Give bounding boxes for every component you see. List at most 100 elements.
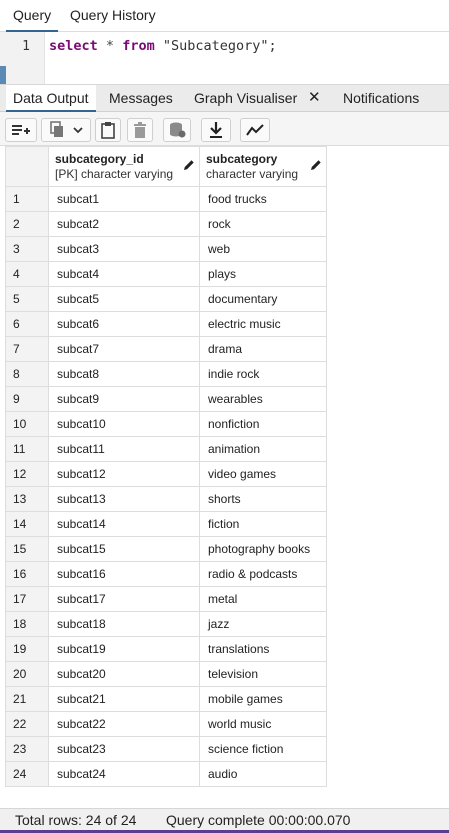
cell-subcategory[interactable]: rock bbox=[199, 211, 327, 237]
tab-messages[interactable]: Messages bbox=[109, 85, 173, 112]
cell-subcategory-id[interactable]: subcat7 bbox=[48, 336, 200, 362]
table-row[interactable]: 5 subcat5 documentary bbox=[5, 286, 327, 312]
graph-button[interactable] bbox=[240, 118, 270, 142]
cell-subcategory[interactable]: electric music bbox=[199, 311, 327, 337]
cell-subcategory-id[interactable]: subcat24 bbox=[48, 761, 200, 787]
row-number[interactable]: 17 bbox=[5, 586, 49, 612]
row-number[interactable]: 16 bbox=[5, 561, 49, 587]
delete-button[interactable] bbox=[127, 118, 153, 142]
cell-subcategory[interactable]: indie rock bbox=[199, 361, 327, 387]
copy-button[interactable] bbox=[41, 118, 91, 142]
row-number[interactable]: 10 bbox=[5, 411, 49, 437]
table-row[interactable]: 2 subcat2 rock bbox=[5, 211, 327, 237]
row-number[interactable]: 6 bbox=[5, 311, 49, 337]
cell-subcategory-id[interactable]: subcat2 bbox=[48, 211, 200, 237]
cell-subcategory-id[interactable]: subcat14 bbox=[48, 511, 200, 537]
row-number[interactable]: 24 bbox=[5, 761, 49, 787]
table-row[interactable]: 15 subcat15 photography books bbox=[5, 536, 327, 562]
row-number[interactable]: 11 bbox=[5, 436, 49, 462]
chevron-down-icon[interactable] bbox=[72, 124, 84, 136]
add-row-button[interactable] bbox=[5, 118, 37, 142]
cell-subcategory-id[interactable]: subcat17 bbox=[48, 586, 200, 612]
table-row[interactable]: 8 subcat8 indie rock bbox=[5, 361, 327, 387]
table-row[interactable]: 24 subcat24 audio bbox=[5, 761, 327, 787]
row-number[interactable]: 4 bbox=[5, 261, 49, 287]
row-number[interactable]: 23 bbox=[5, 736, 49, 762]
tab-query[interactable]: Query bbox=[6, 0, 59, 32]
column-header-subcategory[interactable]: subcategory character varying bbox=[199, 146, 327, 187]
tab-graph-visualiser[interactable]: Graph Visualiser bbox=[194, 85, 297, 112]
cell-subcategory[interactable]: world music bbox=[199, 711, 327, 737]
cell-subcategory-id[interactable]: subcat10 bbox=[48, 411, 200, 437]
tab-data-output[interactable]: Data Output bbox=[6, 85, 96, 112]
cell-subcategory-id[interactable]: subcat8 bbox=[48, 361, 200, 387]
cell-subcategory-id[interactable]: subcat22 bbox=[48, 711, 200, 737]
row-number[interactable]: 20 bbox=[5, 661, 49, 687]
cell-subcategory[interactable]: plays bbox=[199, 261, 327, 287]
row-number[interactable]: 9 bbox=[5, 386, 49, 412]
table-row[interactable]: 7 subcat7 drama bbox=[5, 336, 327, 362]
cell-subcategory-id[interactable]: subcat19 bbox=[48, 636, 200, 662]
row-number[interactable]: 7 bbox=[5, 336, 49, 362]
table-row[interactable]: 3 subcat3 web bbox=[5, 236, 327, 262]
row-number[interactable]: 5 bbox=[5, 286, 49, 312]
table-row[interactable]: 19 subcat19 translations bbox=[5, 636, 327, 662]
cell-subcategory-id[interactable]: subcat13 bbox=[48, 486, 200, 512]
paste-button[interactable] bbox=[95, 118, 121, 142]
row-number[interactable]: 8 bbox=[5, 361, 49, 387]
save-data-button[interactable] bbox=[163, 118, 191, 142]
download-button[interactable] bbox=[201, 118, 231, 142]
table-row[interactable]: 11 subcat11 animation bbox=[5, 436, 327, 462]
tab-query-history[interactable]: Query History bbox=[70, 0, 156, 32]
table-row[interactable]: 17 subcat17 metal bbox=[5, 586, 327, 612]
cell-subcategory[interactable]: science fiction bbox=[199, 736, 327, 762]
row-number[interactable]: 12 bbox=[5, 461, 49, 487]
table-row[interactable]: 4 subcat4 plays bbox=[5, 261, 327, 287]
row-number[interactable]: 15 bbox=[5, 536, 49, 562]
sql-code-line[interactable]: select * from "Subcategory"; bbox=[49, 38, 277, 54]
table-row[interactable]: 6 subcat6 electric music bbox=[5, 311, 327, 337]
row-number[interactable]: 18 bbox=[5, 611, 49, 637]
cell-subcategory-id[interactable]: subcat20 bbox=[48, 661, 200, 687]
cell-subcategory[interactable]: jazz bbox=[199, 611, 327, 637]
cell-subcategory[interactable]: audio bbox=[199, 761, 327, 787]
cell-subcategory-id[interactable]: subcat18 bbox=[48, 611, 200, 637]
cell-subcategory[interactable]: wearables bbox=[199, 386, 327, 412]
cell-subcategory-id[interactable]: subcat3 bbox=[48, 236, 200, 262]
table-row[interactable]: 12 subcat12 video games bbox=[5, 461, 327, 487]
table-row[interactable]: 22 subcat22 world music bbox=[5, 711, 327, 737]
cell-subcategory-id[interactable]: subcat9 bbox=[48, 386, 200, 412]
cell-subcategory-id[interactable]: subcat12 bbox=[48, 461, 200, 487]
cell-subcategory-id[interactable]: subcat4 bbox=[48, 261, 200, 287]
table-row[interactable]: 18 subcat18 jazz bbox=[5, 611, 327, 637]
row-number[interactable]: 21 bbox=[5, 686, 49, 712]
row-number[interactable]: 22 bbox=[5, 711, 49, 737]
table-row[interactable]: 13 subcat13 shorts bbox=[5, 486, 327, 512]
cell-subcategory-id[interactable]: subcat11 bbox=[48, 436, 200, 462]
cell-subcategory[interactable]: fiction bbox=[199, 511, 327, 537]
cell-subcategory[interactable]: drama bbox=[199, 336, 327, 362]
cell-subcategory[interactable]: web bbox=[199, 236, 327, 262]
cell-subcategory[interactable]: animation bbox=[199, 436, 327, 462]
table-row[interactable]: 10 subcat10 nonfiction bbox=[5, 411, 327, 437]
table-row[interactable]: 21 subcat21 mobile games bbox=[5, 686, 327, 712]
row-number[interactable]: 13 bbox=[5, 486, 49, 512]
table-row[interactable]: 23 subcat23 science fiction bbox=[5, 736, 327, 762]
cell-subcategory-id[interactable]: subcat16 bbox=[48, 561, 200, 587]
row-number[interactable]: 19 bbox=[5, 636, 49, 662]
row-number[interactable]: 2 bbox=[5, 211, 49, 237]
cell-subcategory-id[interactable]: subcat23 bbox=[48, 736, 200, 762]
table-row[interactable]: 14 subcat14 fiction bbox=[5, 511, 327, 537]
cell-subcategory[interactable]: nonfiction bbox=[199, 411, 327, 437]
table-row[interactable]: 16 subcat16 radio & podcasts bbox=[5, 561, 327, 587]
column-header-subcategory-id[interactable]: subcategory_id [PK] character varying bbox=[48, 146, 200, 187]
cell-subcategory[interactable]: translations bbox=[199, 636, 327, 662]
cell-subcategory[interactable]: metal bbox=[199, 586, 327, 612]
cell-subcategory[interactable]: documentary bbox=[199, 286, 327, 312]
cell-subcategory-id[interactable]: subcat1 bbox=[48, 186, 200, 212]
row-number[interactable]: 1 bbox=[5, 186, 49, 212]
close-graph-tab-icon[interactable]: ✕ bbox=[308, 85, 321, 112]
edit-pencil-icon[interactable] bbox=[183, 159, 195, 171]
cell-subcategory[interactable]: mobile games bbox=[199, 686, 327, 712]
row-number[interactable]: 14 bbox=[5, 511, 49, 537]
